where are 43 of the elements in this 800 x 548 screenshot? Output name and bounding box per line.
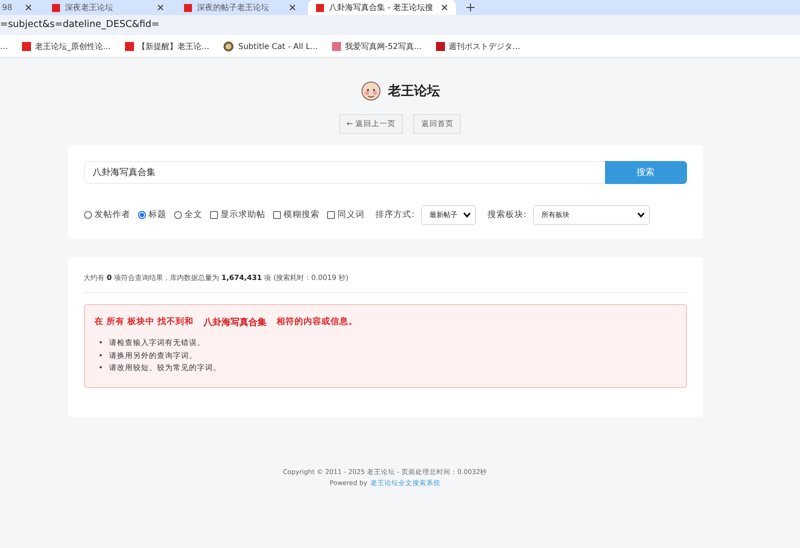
sort-label: 排序方式:: [376, 209, 414, 221]
browser-tab[interactable]: 深夜老王论坛: [44, 0, 172, 15]
bookmark-item[interactable]: 週刊ポストデジタ...: [436, 40, 520, 52]
site-favicon-icon: [436, 42, 445, 50]
radio-label: 全文: [184, 209, 202, 221]
caret-icon: [637, 212, 646, 218]
bookmark-item[interactable]: 【新提醒】老王论...: [124, 40, 210, 52]
address-bar[interactable]: =subject&s=dateline_DESC&fid=: [0, 15, 800, 35]
browser-tab[interactable]: 98: [0, 0, 40, 15]
site-favicon-icon: [316, 4, 324, 12]
radio-button[interactable]: [138, 211, 146, 219]
radio-button[interactable]: [174, 211, 182, 219]
close-icon[interactable]: [289, 4, 296, 11]
radio-label: 发帖作者: [94, 209, 130, 221]
new-tab-icon[interactable]: [466, 3, 475, 12]
checkbox-label: 显示求助帖: [220, 209, 266, 221]
site-favicon-icon: [52, 4, 60, 12]
checkbox-label: 同义词: [338, 209, 364, 221]
board-label: 搜索板块:: [487, 209, 526, 221]
bookmark-item[interactable]: Subtitle Cat - All L...: [223, 40, 318, 52]
checkbox-label: 模糊搜索: [284, 209, 320, 221]
caret-icon: [463, 212, 472, 218]
checkbox[interactable]: [210, 211, 218, 219]
site-favicon-icon: [332, 42, 341, 50]
checkbox[interactable]: [326, 211, 334, 219]
browser-tab[interactable]: 八卦海写真合集 - 老王论坛搜: [308, 0, 456, 15]
search-field[interactable]: 八卦海写真合集: [84, 161, 604, 184]
radio-label: 标题: [148, 209, 166, 221]
bookmark-item[interactable]: 老王论坛_原创性论...: [22, 40, 111, 52]
radio-button[interactable]: [84, 211, 92, 219]
notice-title: 在 所有 板块中 找不到和 八卦海写真合集 相符的内容或信息。: [94, 316, 358, 329]
close-icon[interactable]: [441, 4, 448, 11]
close-icon[interactable]: [25, 4, 32, 11]
round-emblem-icon: [223, 40, 234, 52]
checkbox[interactable]: [272, 211, 280, 219]
site-title: 老王论坛: [388, 83, 440, 100]
site-favicon-icon: [124, 42, 134, 50]
browser-tab[interactable]: 深夜的帖子老王论坛: [176, 0, 304, 15]
site-favicon-icon: [184, 4, 192, 12]
bookmark-item[interactable]: …: [0, 42, 8, 50]
bookmark-item[interactable]: 我爱写真网-52写真...: [332, 40, 422, 52]
site-favicon-icon: [22, 42, 31, 50]
close-icon[interactable]: [157, 4, 164, 11]
